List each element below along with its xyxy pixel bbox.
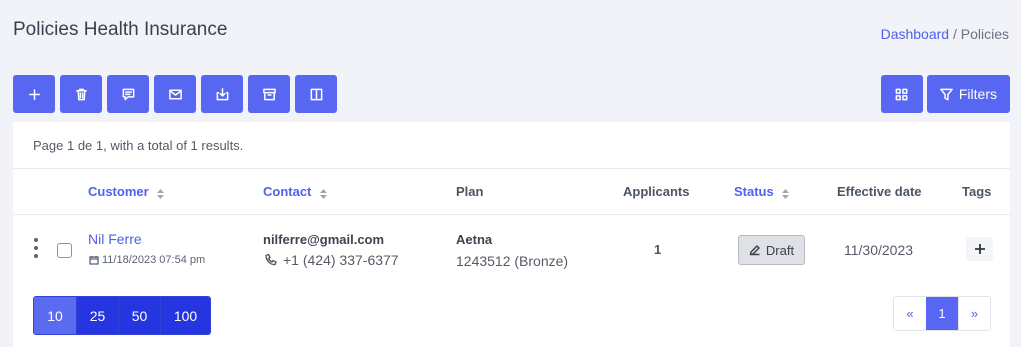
plan-name: Aetna xyxy=(456,232,493,247)
comment-icon xyxy=(122,88,134,100)
breadcrumb-dashboard-link[interactable]: Dashboard xyxy=(881,26,950,42)
column-header-customer-label: Customer xyxy=(88,184,149,199)
calendar-icon xyxy=(89,256,99,265)
toolbar-right: Filters xyxy=(880,75,1010,113)
page-size-50[interactable]: 50 xyxy=(118,297,160,334)
breadcrumb-separator: / xyxy=(952,26,957,42)
applicants-count: 1 xyxy=(654,242,662,257)
column-header-customer[interactable]: Customer xyxy=(88,184,165,199)
column-header-effective-date: Effective date xyxy=(837,184,922,199)
phone-icon xyxy=(265,253,277,266)
pagination-page-1[interactable]: 1 xyxy=(926,297,958,330)
filters-label: Filters xyxy=(958,86,997,102)
comment-button[interactable] xyxy=(107,75,149,113)
trash-icon xyxy=(75,88,87,100)
columns-icon xyxy=(310,88,322,100)
column-header-plan: Plan xyxy=(456,184,484,199)
grid-view-button[interactable] xyxy=(880,75,923,113)
pagination-next[interactable]: » xyxy=(958,297,990,330)
pagination-prev[interactable]: « xyxy=(894,297,926,330)
results-summary: Page 1 de 1, with a total of 1 results. xyxy=(33,138,244,153)
pencil-icon xyxy=(749,245,760,256)
contact-phone-text: +1 (424) 337-6377 xyxy=(283,252,399,268)
row-checkbox[interactable] xyxy=(57,243,72,258)
sort-icon xyxy=(320,187,328,199)
page-size-100[interactable]: 100 xyxy=(160,297,210,334)
toolbar xyxy=(13,75,337,113)
filters-button[interactable]: Filters xyxy=(926,75,1010,113)
columns-button[interactable] xyxy=(295,75,337,113)
page-size-selector: 10 25 50 100 xyxy=(33,296,211,335)
breadcrumb-current: Policies xyxy=(960,26,1009,42)
column-header-contact-label: Contact xyxy=(263,184,312,199)
customer-created-date-text: 11/18/2023 07:54 pm xyxy=(102,254,206,266)
page-size-25[interactable]: 25 xyxy=(76,297,118,334)
add-icon xyxy=(28,88,40,100)
customer-name-link[interactable]: Nil Ferre xyxy=(88,231,142,247)
column-header-contact[interactable]: Contact xyxy=(263,184,328,199)
divider xyxy=(13,168,1010,169)
column-header-status[interactable]: Status xyxy=(734,184,790,199)
delete-button[interactable] xyxy=(60,75,102,113)
contact-email: nilferre@gmail.com xyxy=(263,232,385,247)
download-button[interactable] xyxy=(201,75,243,113)
customer-created-date: 11/18/2023 07:54 pm xyxy=(89,254,205,266)
archive-button[interactable] xyxy=(248,75,290,113)
download-icon xyxy=(216,87,228,100)
plus-icon xyxy=(974,244,985,254)
column-header-applicants: Applicants xyxy=(623,184,690,199)
email-button[interactable] xyxy=(154,75,196,113)
status-badge[interactable]: Draft xyxy=(738,235,805,265)
grid-icon xyxy=(895,88,908,100)
contact-phone: +1 (424) 337-6377 xyxy=(264,252,399,268)
mail-icon xyxy=(168,89,182,99)
add-tag-button[interactable] xyxy=(966,237,993,261)
archive-icon xyxy=(262,88,276,100)
results-card: Page 1 de 1, with a total of 1 results. … xyxy=(13,122,1010,347)
plan-detail: 1243512 (Bronze) xyxy=(456,253,569,269)
page-size-10[interactable]: 10 xyxy=(34,297,76,334)
page-title: Policies Health Insurance xyxy=(13,19,228,40)
column-header-status-label: Status xyxy=(734,184,774,199)
sort-icon xyxy=(782,187,790,199)
pagination: « 1 » xyxy=(893,296,991,331)
breadcrumb: Dashboard / Policies xyxy=(881,26,1009,42)
effective-date: 11/30/2023 xyxy=(844,242,914,258)
row-menu-icon[interactable] xyxy=(32,238,40,258)
status-badge-label: Draft xyxy=(765,242,795,258)
divider xyxy=(13,214,1010,215)
column-header-tags: Tags xyxy=(962,184,992,199)
add-button[interactable] xyxy=(13,75,55,113)
filter-icon xyxy=(940,88,953,100)
sort-icon xyxy=(157,187,165,199)
